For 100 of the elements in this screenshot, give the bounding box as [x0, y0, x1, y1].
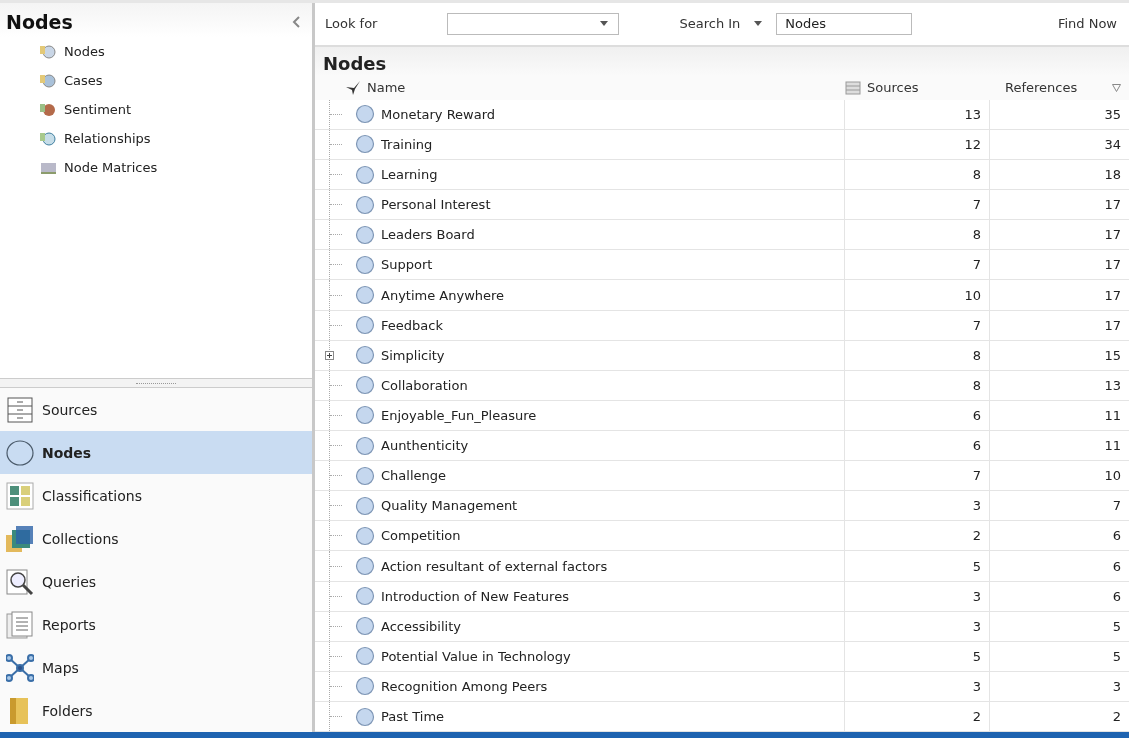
table-row[interactable]: Enjoyable_Fun_Pleasure 6 11	[315, 400, 1129, 431]
stack-icon	[6, 524, 34, 553]
references-count: 6	[1112, 558, 1121, 574]
sources-count: 8	[972, 377, 981, 393]
find-now-button[interactable]: Find Now	[1055, 12, 1119, 36]
sources-count: 3	[972, 678, 981, 694]
sources-count: 5	[972, 648, 981, 664]
table-row[interactable]: Monetary Reward 13 35	[315, 99, 1129, 130]
references-count: 6	[1112, 528, 1121, 544]
node-name: Learning	[381, 167, 438, 183]
node-icon	[40, 42, 58, 61]
node-name: Simplicity	[381, 347, 445, 363]
sources-count: 7	[972, 257, 981, 273]
node-icon	[355, 224, 375, 245]
navigation-button[interactable]: Classifications	[0, 474, 312, 517]
table-row[interactable]: Challenge 7 10	[315, 461, 1129, 492]
splitter-handle[interactable]	[0, 378, 312, 388]
node-name: Competition	[381, 528, 461, 544]
search-in-field[interactable]: Nodes	[776, 12, 913, 35]
column-icon	[845, 80, 861, 95]
node-icon	[355, 435, 375, 456]
node-icon	[355, 164, 375, 185]
references-count: 11	[1104, 407, 1121, 423]
navigation-button[interactable]: Sources	[0, 388, 312, 431]
node-icon	[355, 646, 375, 667]
table-row[interactable]: Collaboration 8 13	[315, 370, 1129, 401]
navigation-button[interactable]: Folders	[0, 689, 312, 732]
column-header[interactable]: References	[1005, 80, 1078, 96]
table-row[interactable]: Personal Interest 7 17	[315, 190, 1129, 221]
network-icon	[6, 653, 34, 682]
references-count: 10	[1104, 468, 1121, 484]
navigation-button[interactable]: Queries	[0, 560, 312, 603]
node-name: Enjoyable_Fun_Pleasure	[381, 407, 537, 423]
navigation-button[interactable]: Collections	[0, 517, 312, 560]
table-row[interactable]: Quality Management 3 7	[315, 491, 1129, 522]
column-header[interactable]: Sources	[867, 80, 919, 96]
references-count: 17	[1104, 257, 1121, 273]
tree-item[interactable]: Relationships	[0, 124, 312, 153]
node-icon	[355, 285, 375, 305]
grid-icon	[6, 481, 34, 510]
references-count: 17	[1104, 197, 1121, 213]
node-name: Accessibility	[381, 618, 461, 634]
table-row[interactable]: Recognition Among Peers 3 3	[315, 671, 1129, 702]
sources-count: 7	[972, 468, 981, 484]
tree-item[interactable]: Nodes	[0, 37, 312, 66]
sources-count: 6	[972, 407, 981, 423]
sources-count: 2	[972, 709, 981, 725]
references-count: 13	[1104, 377, 1121, 393]
node-icon	[355, 525, 375, 546]
table-row[interactable]: Leaders Board 8 17	[315, 220, 1129, 251]
sources-count: 3	[972, 618, 981, 634]
node-name: Recognition Among Peers	[381, 678, 548, 694]
filter-icon[interactable]	[1112, 83, 1121, 92]
panel-title: Nodes	[6, 11, 73, 33]
sources-count: 12	[964, 136, 981, 152]
sources-count: 7	[972, 197, 981, 213]
collapse-icon[interactable]	[292, 16, 300, 28]
node-name: Quality Management	[381, 498, 518, 514]
table-row[interactable]: Simplicity 8 15	[315, 340, 1129, 371]
expand-icon[interactable]	[325, 350, 334, 360]
references-count: 3	[1112, 678, 1121, 694]
table-row[interactable]: Training 12 34	[315, 129, 1129, 161]
sources-count: 8	[972, 167, 981, 183]
references-count: 17	[1104, 317, 1121, 333]
references-count: 34	[1104, 136, 1121, 152]
table-row[interactable]: Anytime Anywhere 10 17	[315, 280, 1129, 311]
references-count: 2	[1112, 709, 1121, 725]
node-icon	[355, 375, 375, 396]
table-row[interactable]: Introduction of New Features 3 6	[315, 581, 1129, 612]
node-icon	[355, 616, 375, 637]
table-row[interactable]: Competition 2 6	[315, 521, 1129, 552]
tree-item[interactable]: Node Matrices	[0, 153, 312, 182]
node-icon	[355, 706, 375, 727]
table-row[interactable]: Learning 8 18	[315, 160, 1129, 191]
node-icon	[355, 345, 375, 366]
references-count: 17	[1104, 287, 1121, 303]
list-title: Nodes	[315, 46, 1129, 76]
table-row[interactable]: Potential Value in Technology 5 5	[315, 641, 1129, 672]
tree-item[interactable]: Cases	[0, 66, 312, 95]
table-row[interactable]: Support 7 17	[315, 250, 1129, 281]
look-for-dropdown[interactable]	[447, 12, 620, 35]
tree-item[interactable]: Sentiment	[0, 95, 312, 124]
navigation-button[interactable]: Nodes	[0, 431, 312, 474]
navigation-button[interactable]: Reports	[0, 603, 312, 646]
table-row[interactable]: Feedback 7 17	[315, 310, 1129, 341]
sources-count: 8	[972, 347, 981, 363]
node-icon	[355, 194, 375, 215]
sources-count: 13	[964, 106, 981, 122]
navigation-button[interactable]: Maps	[0, 646, 312, 689]
column-header[interactable]: Name	[367, 80, 406, 96]
node-icon	[355, 405, 375, 426]
search-in-label: Search In	[679, 16, 741, 32]
references-count: 7	[1112, 498, 1121, 514]
document-icon	[6, 610, 34, 639]
table-row[interactable]: Aunthenticity 6 11	[315, 431, 1129, 462]
node-name: Feedback	[381, 317, 443, 333]
table-row[interactable]: Action resultant of external factors 5 6	[315, 551, 1129, 582]
case-icon	[40, 71, 58, 90]
table-row[interactable]: Accessibility 3 5	[315, 611, 1129, 642]
caret-icon[interactable]	[754, 21, 763, 27]
